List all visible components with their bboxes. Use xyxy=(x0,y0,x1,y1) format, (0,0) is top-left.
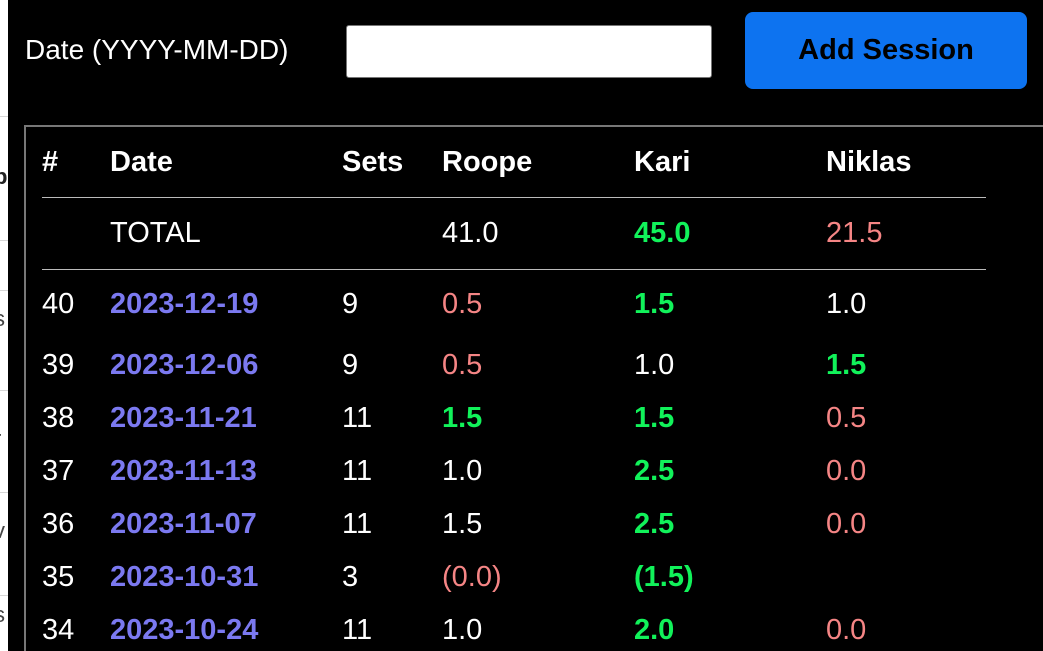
session-sets: 11 xyxy=(342,508,373,540)
table-row: 34 2023-10-24 11 1.0 2.0 0.0 xyxy=(42,604,986,651)
session-score-roope: 1.5 xyxy=(442,402,483,434)
date-label: Date (YYYY-MM-DD) xyxy=(25,34,289,65)
table-header-row: # Date Sets Roope Kari Niklas xyxy=(42,127,986,198)
session-number: 35 xyxy=(42,561,75,593)
session-score-niklas: 0.5 xyxy=(826,402,867,434)
session-date-cell: 2023-12-06 xyxy=(110,339,342,392)
divider xyxy=(0,595,8,596)
column-header-kari: Kari xyxy=(634,127,826,198)
session-score-niklas xyxy=(826,551,986,604)
total-sets-cell xyxy=(342,197,442,270)
session-score-kari: 2.0 xyxy=(634,614,675,646)
session-score-niklas: 0.0 xyxy=(826,614,867,646)
session-number: 36 xyxy=(42,508,75,540)
table-row: 38 2023-11-21 11 1.5 1.5 0.5 xyxy=(42,392,986,445)
add-session-button[interactable]: Add Session xyxy=(745,12,1027,89)
total-row: TOTAL 41.0 45.0 21.5 xyxy=(42,197,986,270)
background-text-fragment: s xyxy=(0,306,5,332)
divider xyxy=(0,290,8,291)
table-row: 35 2023-10-31 3 (0.0) (1.5) xyxy=(42,551,986,604)
session-sets: 11 xyxy=(342,614,373,646)
session-sets: 9 xyxy=(342,288,359,320)
session-sets: 3 xyxy=(342,561,359,593)
session-date-cell: 2023-11-13 xyxy=(110,445,342,498)
session-score-kari: 2.5 xyxy=(634,455,675,487)
session-form: Date (YYYY-MM-DD) Add Session xyxy=(8,0,1043,110)
total-niklas: 21.5 xyxy=(826,197,986,270)
session-date-cell: 2023-10-31 xyxy=(110,551,342,604)
session-number: 37 xyxy=(42,455,75,487)
session-score-niklas: 1.5 xyxy=(826,349,867,381)
session-date-cell: 2023-10-24 xyxy=(110,604,342,651)
session-date-link[interactable]: 2023-10-24 xyxy=(110,614,258,646)
session-date-link[interactable]: 2023-11-21 xyxy=(110,402,257,434)
session-number: 38 xyxy=(42,402,75,434)
session-score-kari: 1.5 xyxy=(634,402,675,434)
session-score-roope: 1.5 xyxy=(442,508,483,540)
session-sets: 9 xyxy=(342,349,359,381)
session-date-cell: 2023-12-19 xyxy=(110,270,342,340)
session-date-cell: 2023-11-07 xyxy=(110,498,342,551)
background-text-fragment: p xyxy=(0,164,8,189)
session-date-link[interactable]: 2023-12-06 xyxy=(110,349,258,381)
table-row: 40 2023-12-19 9 0.5 1.5 1.0 xyxy=(42,270,986,340)
session-score-kari: 2.5 xyxy=(634,508,675,540)
column-header-number: # xyxy=(42,127,110,198)
session-sets: 11 xyxy=(342,402,373,434)
session-score-roope: 1.0 xyxy=(442,614,483,646)
session-date-link[interactable]: 2023-11-13 xyxy=(110,455,257,487)
total-label: TOTAL xyxy=(110,197,342,270)
column-header-date: Date xyxy=(110,127,342,198)
session-score-roope: 1.0 xyxy=(442,455,483,487)
date-input[interactable] xyxy=(346,25,712,78)
session-score-niklas: 0.0 xyxy=(826,508,867,540)
total-kari: 45.0 xyxy=(634,197,826,270)
sessions-table-container: # Date Sets Roope Kari Niklas TOTAL 41.0… xyxy=(24,125,1043,651)
session-sets: 11 xyxy=(342,455,373,487)
session-date-cell: 2023-11-21 xyxy=(110,392,342,445)
sessions-table: # Date Sets Roope Kari Niklas TOTAL 41.0… xyxy=(42,127,986,651)
session-score-niklas: 1.0 xyxy=(826,288,867,320)
session-date-link[interactable]: 2023-12-19 xyxy=(110,288,258,320)
session-score-niklas: 0.0 xyxy=(826,455,867,487)
session-number: 34 xyxy=(42,614,75,646)
total-roope: 41.0 xyxy=(442,197,634,270)
background-text-fragment: r xyxy=(0,426,1,452)
page: p s r v s Date (YYYY-MM-DD) Add Session … xyxy=(0,0,1043,651)
session-score-roope: (0.0) xyxy=(442,561,502,593)
total-number-cell xyxy=(42,197,110,270)
session-score-kari: 1.0 xyxy=(634,349,675,381)
session-date-link[interactable]: 2023-11-07 xyxy=(110,508,257,540)
session-score-roope: 0.5 xyxy=(442,349,483,381)
divider xyxy=(0,116,8,117)
column-header-niklas: Niklas xyxy=(826,127,986,198)
table-row: 39 2023-12-06 9 0.5 1.0 1.5 xyxy=(42,339,986,392)
session-date-link[interactable]: 2023-10-31 xyxy=(110,561,258,593)
background-page-edge: p s r v s xyxy=(0,0,8,651)
divider xyxy=(0,390,8,391)
session-score-kari: 1.5 xyxy=(634,288,675,320)
session-number: 39 xyxy=(42,349,75,381)
session-score-kari: (1.5) xyxy=(634,561,694,593)
session-number: 40 xyxy=(42,288,75,320)
divider xyxy=(0,240,8,241)
session-score-roope: 0.5 xyxy=(442,288,483,320)
table-row: 36 2023-11-07 11 1.5 2.5 0.0 xyxy=(42,498,986,551)
divider xyxy=(0,492,8,493)
column-header-roope: Roope xyxy=(442,127,634,198)
session-rows: 40 2023-12-19 9 0.5 1.5 1.0 39 2023-12-06 9 0.5 1.… xyxy=(42,270,986,651)
table-row: 37 2023-11-13 11 1.0 2.5 0.0 xyxy=(42,445,986,498)
background-text-fragment: v xyxy=(0,518,5,544)
column-header-sets: Sets xyxy=(342,127,442,198)
background-text-fragment: s xyxy=(0,602,5,628)
